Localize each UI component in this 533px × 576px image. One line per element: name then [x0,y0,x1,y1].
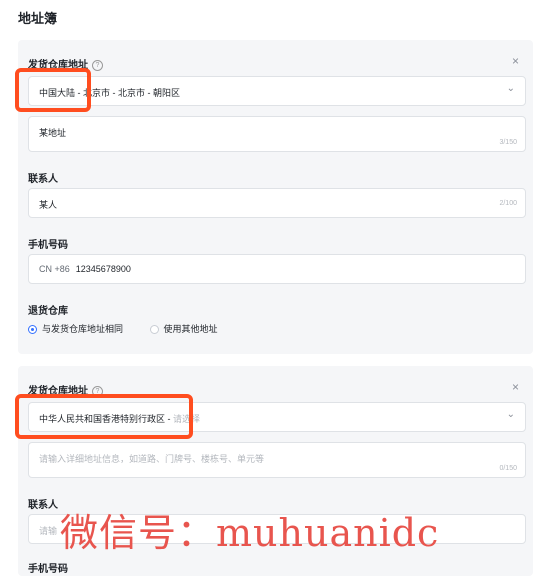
address-char-count: 3/150 [499,139,517,146]
contact-value: 某人 [39,200,58,210]
watermark: 微信号：muhuanidc [60,511,440,555]
contact-placeholder: 请输 [39,526,58,536]
phone-input[interactable]: CN +86 12345678900 [28,254,526,284]
phone-label: 手机号码 [28,564,68,575]
address-detail-input[interactable]: 某地址 3/150 [28,116,526,152]
contact-label: 联系人 [28,500,58,511]
address-detail-input[interactable]: 请输入详细地址信息，如道路、门牌号、楼栋号、单元等 0/150 [28,442,526,478]
radio-same-address[interactable]: 与发货仓库地址相同 [28,322,123,335]
close-icon[interactable]: × [512,380,519,394]
radio-unchecked-icon [149,325,159,335]
highlight-box-1 [15,68,91,112]
return-warehouse-options: 与发货仓库地址相同 使用其他地址 [28,322,242,335]
return-warehouse-label: 退货仓库 [28,306,68,317]
address-char-count: 0/150 [499,465,517,472]
highlight-box-2 [15,394,193,439]
chevron-down-icon: ⌄ [506,409,515,420]
phone-value: 12345678900 [75,264,131,274]
contact-label: 联系人 [28,174,58,185]
address-value: 某地址 [39,128,67,138]
region-select[interactable]: 中国大陆 - 北京市 - 北京市 - 朝阳区 ⌄ [28,76,526,106]
close-icon[interactable]: × [512,54,519,68]
radio-other-address[interactable]: 使用其他地址 [149,322,218,335]
address-placeholder: 请输入详细地址信息，如道路、门牌号、楼栋号、单元等 [39,454,265,464]
help-icon[interactable]: ? [92,59,103,71]
contact-input[interactable]: 某人 2/100 [28,188,526,218]
chevron-down-icon: ⌄ [506,83,515,94]
country-code[interactable]: CN +86 [39,264,70,274]
contact-char-count: 2/100 [499,200,517,207]
page-title: 地址簿 [18,11,58,26]
radio-checked-icon [28,325,37,335]
warehouse-card-1: 发货仓库地址? × 中国大陆 - 北京市 - 北京市 - 朝阳区 ⌄ 某地址 3… [18,40,533,354]
phone-label: 手机号码 [28,240,68,251]
